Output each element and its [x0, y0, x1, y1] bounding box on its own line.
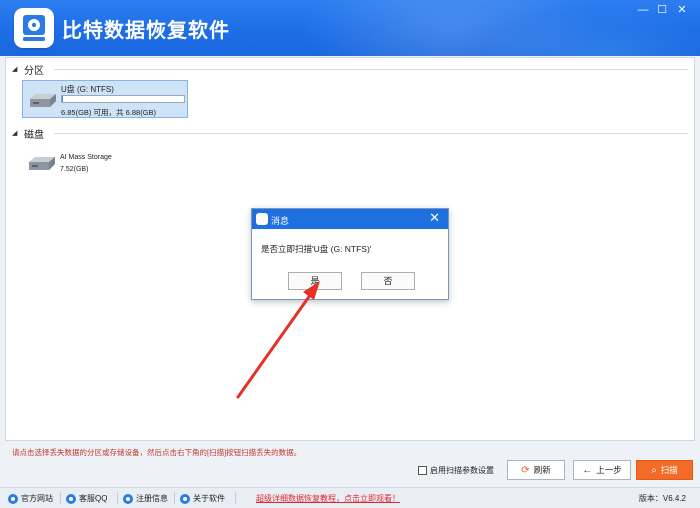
scan-button[interactable]: ⌕ 扫描 — [636, 460, 693, 480]
dialog-message: 是否立即扫描'U盘 (G: NTFS)' — [261, 244, 372, 254]
disk-section-header[interactable]: ◢ 磁盘 — [12, 126, 44, 141]
disk-drive-icon — [29, 157, 55, 170]
no-button[interactable]: 否 — [361, 272, 415, 290]
divider — [54, 133, 688, 134]
about-software-link[interactable]: 关于软件 — [180, 493, 225, 504]
divider — [60, 492, 61, 504]
checkbox-icon — [418, 466, 427, 475]
refresh-button[interactable]: ⟳ 刷新 — [507, 460, 565, 480]
partition-section-label: 分区 — [24, 65, 44, 77]
refresh-icon: ⟳ — [521, 464, 530, 476]
back-arrow-icon: ← — [582, 464, 593, 476]
official-website-link[interactable]: 官方网站 — [8, 493, 53, 504]
divider — [235, 492, 236, 504]
minimize-button[interactable]: — — [636, 4, 650, 16]
home-icon — [8, 493, 18, 504]
disk-item-mass-storage[interactable]: AI Mass Storage 7.52(GB) — [22, 150, 188, 180]
disk-capacity: 7.52(GB) — [60, 166, 89, 173]
maximize-button[interactable]: ☐ — [655, 4, 669, 16]
divider — [117, 492, 118, 504]
tutorial-promo-link[interactable]: 超级详细数据恢复教程，点击立即观看！ — [256, 493, 400, 504]
app-logo-icon — [256, 213, 268, 225]
disk-name: AI Mass Storage — [60, 154, 112, 161]
collapse-triangle-icon: ◢ — [12, 66, 18, 73]
status-bar: 官方网站 客服QQ 注册信息 关于软件 超级详细数据恢复教程，点击立即观看！ 版… — [0, 487, 700, 508]
registration-info-link[interactable]: 注册信息 — [123, 493, 168, 504]
app-logo-icon — [14, 8, 54, 48]
qq-icon — [66, 493, 76, 504]
close-button[interactable]: ✕ — [675, 4, 689, 16]
scan-search-icon: ⌕ — [651, 464, 657, 476]
version-label: 版本：V6.4.2 — [638, 494, 686, 503]
divider — [54, 69, 688, 70]
partition-name: U盘 (G: NTFS) — [61, 85, 114, 94]
partition-item-usb[interactable]: U盘 (G: NTFS) 6.85(GB) 可用，共 6.88(GB) — [22, 80, 188, 118]
collapse-triangle-icon: ◢ — [12, 130, 18, 137]
partition-section-header[interactable]: ◢ 分区 — [12, 62, 44, 77]
close-icon[interactable]: ✕ — [429, 211, 440, 225]
scan-settings-checkbox[interactable]: 启用扫描参数设置 — [418, 465, 494, 476]
scan-settings-label: 启用扫描参数设置 — [430, 466, 494, 475]
partition-capacity: 6.85(GB) 可用，共 6.88(GB) — [61, 108, 157, 117]
drive-icon — [30, 94, 56, 107]
yes-button[interactable]: 是 — [288, 272, 342, 290]
previous-step-button[interactable]: ← 上一步 — [573, 460, 631, 480]
instruction-hint: 请点击选择丢失数据的分区或存储设备，然后点击右下角的[扫描]按钮扫描丢失的数据。 — [12, 448, 302, 457]
title-bar: 比特数据恢复软件 — ☐ ✕ — [0, 0, 700, 56]
disk-section-label: 磁盘 — [24, 129, 44, 141]
registration-icon — [123, 493, 133, 504]
about-icon — [180, 493, 190, 504]
dialog-title: 消息 — [271, 216, 290, 226]
confirm-scan-dialog: 消息 ✕ 是否立即扫描'U盘 (G: NTFS)' 是 否 — [251, 208, 449, 300]
app-title: 比特数据恢复软件 — [62, 20, 230, 42]
partition-usage-bar — [61, 95, 185, 103]
dialog-title-bar: 消息 ✕ — [252, 209, 448, 229]
divider — [174, 492, 175, 504]
support-qq-link[interactable]: 客服QQ — [66, 493, 107, 504]
